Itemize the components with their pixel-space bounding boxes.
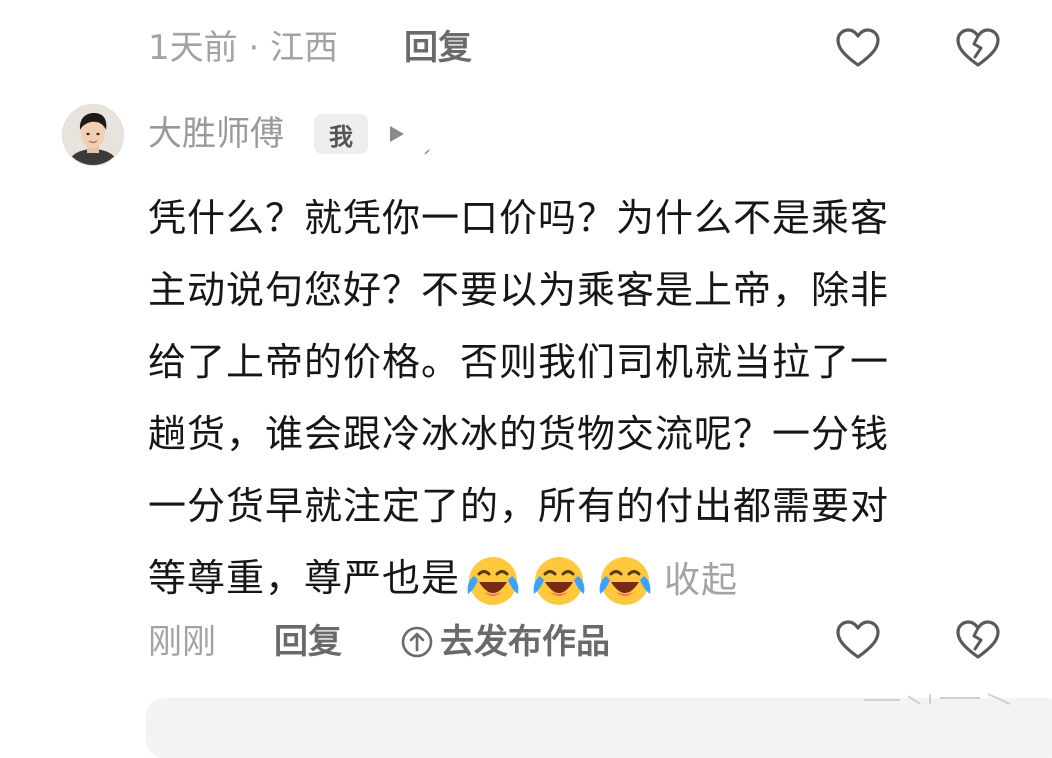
- comment-input-bar[interactable]: [146, 698, 1052, 758]
- comment-line: 趟货，谁会跟冷冰冰的货物交流呢？一分钱: [148, 412, 890, 456]
- comment-reply-button[interactable]: 回复: [274, 620, 342, 664]
- comment-last-line: 等尊重，尊严也是 收起: [148, 542, 998, 614]
- comment-author-name[interactable]: 大胜师傅: [148, 112, 284, 156]
- publish-work-label: 去发布作品: [440, 622, 610, 662]
- previous-comment-time-location: 1天前 · 江西: [148, 28, 339, 68]
- comment-line: 主动说句您好？不要以为乘客是上帝，除非: [148, 268, 890, 312]
- laughing-crying-emoji: [530, 552, 588, 610]
- watermark-mark: [860, 686, 1020, 706]
- play-triangle-icon: [386, 124, 406, 144]
- comment-time: 刚刚: [148, 622, 216, 662]
- collapse-button[interactable]: 收起: [664, 560, 738, 601]
- separator-mark: [424, 140, 430, 155]
- comment-text: 凭什么？就凭你一口价吗？为什么不是乘客 主动说句您好？不要以为乘客是上帝，除非 …: [148, 182, 998, 614]
- broken-heart-icon[interactable]: [954, 24, 1002, 72]
- laughing-crying-emoji: [464, 552, 522, 610]
- emoji-group: [464, 552, 654, 610]
- comment-line: 一分货早就注定了的，所有的付出都需要对: [148, 484, 890, 528]
- laughing-crying-emoji: [596, 552, 654, 610]
- previous-comment-reply-button[interactable]: 回复: [404, 26, 472, 70]
- heart-outline-icon[interactable]: [834, 616, 882, 664]
- comment-line: 等尊重，尊严也是: [148, 556, 461, 600]
- broken-heart-icon[interactable]: [954, 616, 1002, 664]
- publish-work-link[interactable]: 去发布作品: [400, 620, 610, 664]
- comment-line: 凭什么？就凭你一口价吗？为什么不是乘客: [148, 196, 890, 240]
- comment-line: 给了上帝的价格。否则我们司机就当拉了一: [148, 340, 890, 384]
- author-me-badge: 我: [314, 114, 368, 154]
- upload-circle-icon: [401, 626, 433, 658]
- heart-outline-icon[interactable]: [834, 24, 882, 72]
- avatar[interactable]: [62, 104, 124, 166]
